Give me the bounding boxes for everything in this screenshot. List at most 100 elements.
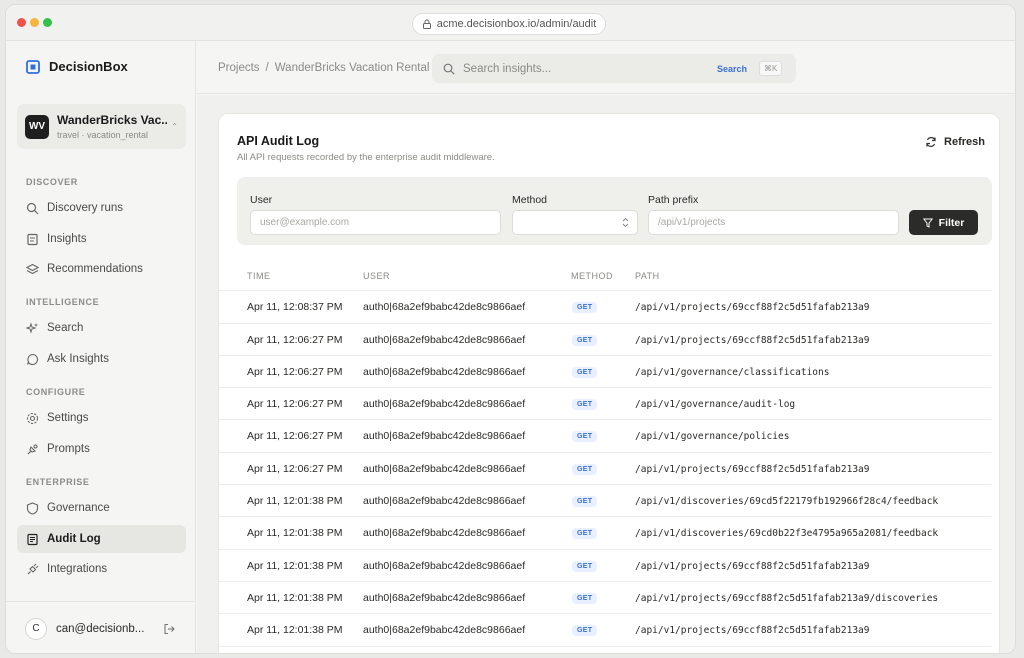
sidebar-item-ask-insights[interactable]: Ask Insights <box>17 345 186 373</box>
project-name: WanderBricks Vac... <box>57 113 167 127</box>
table-row[interactable]: Apr 11, 12:00:12 PMauth0|68a2ef9babc42de… <box>219 647 991 654</box>
method-select[interactable] <box>512 210 638 235</box>
path-prefix-input[interactable] <box>648 210 899 235</box>
refresh-label: Refresh <box>944 136 985 148</box>
browser-window: acme.decisionbox.io/admin/audit Decision… <box>5 4 1016 654</box>
sidebar-item-insights[interactable]: Insights <box>17 225 186 253</box>
column-header-method[interactable]: METHOD <box>571 271 613 281</box>
breadcrumb-projects[interactable]: Projects <box>218 62 260 74</box>
user-menu[interactable]: C can@decisionb... <box>6 601 196 654</box>
table-row[interactable]: Apr 11, 12:06:27 PMauth0|68a2ef9babc42de… <box>219 420 991 452</box>
row-user: auth0|68a2ef9babc42de8c9866aef <box>363 495 525 507</box>
maximize-window-button[interactable] <box>43 18 52 27</box>
user-filter-label: User <box>250 194 272 206</box>
sidebar-item-governance[interactable]: Governance <box>17 494 186 522</box>
sidebar-item-label: Prompts <box>47 443 90 455</box>
sidebar-item-recommendations[interactable]: Recommendations <box>17 255 186 283</box>
row-path: /api/v1/projects/69ccf88f2c5d51fafab213a… <box>635 464 870 475</box>
sidebar-item-label: Audit Log <box>47 533 101 545</box>
gear-icon <box>26 412 39 425</box>
filter-button-label: Filter <box>939 217 965 229</box>
row-time: Apr 11, 12:08:37 PM <box>247 301 343 313</box>
user-filter-input[interactable] <box>250 210 501 235</box>
row-time: Apr 11, 12:01:38 PM <box>247 527 343 539</box>
sidebar: DecisionBox WV WanderBricks Vac... trave… <box>6 41 196 654</box>
table-row[interactable]: Apr 11, 12:01:38 PMauth0|68a2ef9babc42de… <box>219 485 991 517</box>
layers-icon <box>26 263 39 276</box>
filter-button[interactable]: Filter <box>909 210 978 235</box>
plug-icon <box>26 563 39 576</box>
decisionbox-logo-icon <box>26 60 40 74</box>
method-filter-label: Method <box>512 194 547 206</box>
sidebar-item-label: Recommendations <box>47 263 143 275</box>
table-row[interactable]: Apr 11, 12:06:27 PM auth0|68a2ef9babc42de… <box>219 453 991 485</box>
breadcrumb-separator: / <box>266 62 269 74</box>
sidebar-item-label: Integrations <box>47 563 107 575</box>
sidebar-item-audit-log[interactable]: Audit Log <box>17 525 186 553</box>
sidebar-item-discovery-runs[interactable]: Discovery runs <box>17 194 186 222</box>
table-row[interactable]: Apr 11, 12:06:27 PM auth0|68a2ef9babc42de… <box>219 388 991 420</box>
section-label-intelligence: INTELLIGENCE <box>26 297 99 307</box>
method-badge: GET <box>572 335 597 346</box>
row-time: Apr 11, 12:06:27 PM <box>247 463 343 475</box>
column-header-time[interactable]: TIME <box>247 271 271 281</box>
row-user: auth0|68a2ef9babc42de8c9866aef <box>363 398 525 410</box>
method-badge: GET <box>572 431 597 442</box>
row-path: /api/v1/projects/69ccf88f2c5d51fafab213a… <box>635 593 938 604</box>
shield-icon <box>26 502 39 515</box>
search-icon <box>26 202 39 215</box>
row-path: /api/v1/governance/audit-log <box>635 399 795 410</box>
method-badge: GET <box>572 464 597 475</box>
brand[interactable]: DecisionBox <box>26 59 128 74</box>
method-badge: GET <box>572 399 597 410</box>
global-search[interactable]: Search ⌘K <box>432 54 796 83</box>
row-time: Apr 11, 12:06:27 PM <box>247 430 343 442</box>
breadcrumb-current-project[interactable]: WanderBricks Vacation Rental <box>275 62 430 74</box>
shortcut-hint: ⌘K <box>759 61 782 76</box>
filter-panel: User Method Path prefix Filter <box>237 177 992 245</box>
method-badge: GET <box>572 367 597 378</box>
sidebar-item-label: Ask Insights <box>47 353 109 365</box>
row-user: auth0|68a2ef9babc42de8c9866aef <box>363 463 525 475</box>
table-row[interactable]: Apr 11, 12:01:38 PMauth0|68a2ef9babc42de… <box>219 582 991 614</box>
method-badge: GET <box>572 302 597 313</box>
column-header-path[interactable]: PATH <box>635 271 660 281</box>
chevron-updown-icon: ⌃ <box>171 122 178 131</box>
row-user: auth0|68a2ef9babc42de8c9866aef <box>363 560 525 572</box>
project-switcher[interactable]: WV WanderBricks Vac... travel · vacation… <box>17 104 186 149</box>
logout-icon[interactable] <box>163 623 175 635</box>
url-text: acme.decisionbox.io/admin/audit <box>437 18 597 30</box>
address-bar[interactable]: acme.decisionbox.io/admin/audit <box>412 13 606 35</box>
table-header: TIME USER METHOD PATH <box>219 259 991 291</box>
prompt-icon <box>26 443 39 456</box>
sidebar-item-prompts[interactable]: Prompts <box>17 435 186 463</box>
table-row[interactable]: Apr 11, 12:01:38 PMauth0|68a2ef9babc42de… <box>219 550 991 582</box>
search-button[interactable]: Search <box>717 64 747 74</box>
table-row[interactable]: Apr 11, 12:06:27 PMauth0|68a2ef9babc42de… <box>219 356 991 388</box>
search-input[interactable] <box>463 63 703 75</box>
row-user: auth0|68a2ef9babc42de8c9866aef <box>363 624 525 636</box>
sidebar-item-settings[interactable]: Settings <box>17 404 186 432</box>
minimize-window-button[interactable] <box>30 18 39 27</box>
table-row[interactable]: Apr 11, 12:06:27 PMauth0|68a2ef9babc42de… <box>219 324 991 356</box>
sidebar-item-search[interactable]: Search <box>17 314 186 342</box>
top-bar: Projects / WanderBricks Vacation Rental … <box>197 41 1016 94</box>
refresh-button[interactable]: Refresh <box>925 136 985 148</box>
path-filter-label: Path prefix <box>648 194 698 206</box>
row-path: /api/v1/projects/69ccf88f2c5d51fafab213a… <box>635 302 870 313</box>
sidebar-item-label: Insights <box>47 233 87 245</box>
lock-icon <box>422 19 432 29</box>
table-row[interactable]: Apr 11, 12:08:37 PMauth0|68a2ef9babc42de… <box>219 291 991 323</box>
row-user: auth0|68a2ef9babc42de8c9866aef <box>363 527 525 539</box>
column-header-user[interactable]: USER <box>363 271 390 281</box>
page-subtitle: All API requests recorded by the enterpr… <box>237 152 495 163</box>
table-row[interactable]: Apr 11, 12:01:38 PMauth0|68a2ef9babc42de… <box>219 614 991 646</box>
refresh-icon <box>925 136 937 148</box>
close-window-button[interactable] <box>17 18 26 27</box>
brand-name: DecisionBox <box>49 59 128 74</box>
sidebar-item-label: Settings <box>47 412 89 424</box>
row-path: /api/v1/governance/policies <box>635 431 789 442</box>
sidebar-item-integrations[interactable]: Integrations <box>17 555 186 583</box>
table-row[interactable]: Apr 11, 12:01:38 PM auth0|68a2ef9babc42de… <box>219 517 991 549</box>
row-time: Apr 11, 12:06:27 PM <box>247 398 343 410</box>
